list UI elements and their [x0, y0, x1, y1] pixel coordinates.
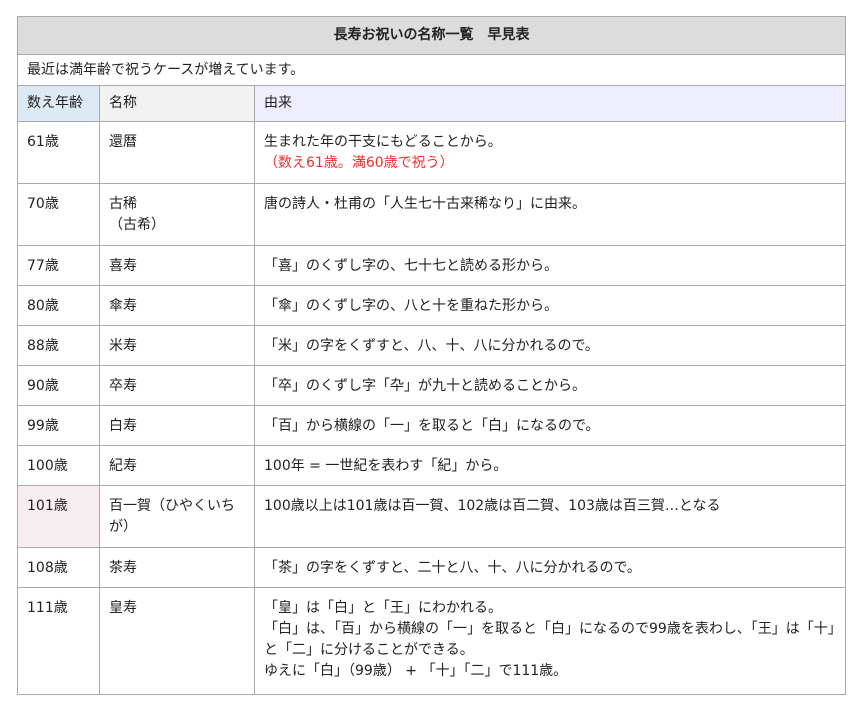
origin-cell: 「皇」は「白」と「王」にわかれる。 「白」は、「百」から横線の「一」を取ると「白…	[254, 587, 846, 695]
table-title-row: 長寿お祝いの名称一覧 早見表	[17, 16, 846, 55]
origin-red-note: （数え61歳。満60歳で祝う）	[264, 155, 454, 171]
name-cell: 皇寿	[99, 587, 255, 695]
origin-cell: 生まれた年の干支にもどることから。 （数え61歳。満60歳で祝う）	[254, 121, 846, 184]
name-cell: 傘寿	[99, 285, 255, 326]
header-origin: 由来	[254, 85, 846, 122]
age-cell: 101歳	[17, 485, 100, 548]
age-cell: 80歳	[17, 285, 100, 326]
table-row: 77歳 喜寿 「喜」のくずし字の、七十七と読める形から。	[17, 245, 846, 286]
table-row: 100歳 紀寿 100年 = 一世紀を表わす「紀」から。	[17, 445, 846, 486]
table-row: 90歳 卒寿 「卒」のくずし字「卆」が九十と読めることから。	[17, 365, 846, 406]
table-row: 70歳 古稀 （古希） 唐の詩人・杜甫の「人生七十古来稀なり」に由来。	[17, 183, 846, 246]
header-name: 名称	[99, 85, 255, 122]
age-cell: 77歳	[17, 245, 100, 286]
origin-cell: 「米」の字をくずすと、八、十、八に分かれるので。	[254, 325, 846, 366]
age-cell: 111歳	[17, 587, 100, 695]
table-row: 101歳 百一賀（ひやくいちが） 100歳以上は101歳は百一賀、102歳は百二…	[17, 485, 846, 548]
name-cell: 喜寿	[99, 245, 255, 286]
origin-cell: 「茶」の字をくずすと、二十と八、十、八に分かれるので。	[254, 547, 846, 588]
age-cell: 99歳	[17, 405, 100, 446]
table-row: 111歳 皇寿 「皇」は「白」と「王」にわかれる。 「白」は、「百」から横線の「…	[17, 587, 846, 695]
age-cell: 88歳	[17, 325, 100, 366]
name-cell: 米寿	[99, 325, 255, 366]
table-header-row: 数え年齢 名称 由来	[17, 85, 846, 122]
age-cell: 70歳	[17, 183, 100, 246]
age-cell: 90歳	[17, 365, 100, 406]
longevity-table-container: 長寿お祝いの名称一覧 早見表 最近は満年齢で祝うケースが増えています。 数え年齢…	[17, 16, 846, 695]
table-note: 最近は満年齢で祝うケースが増えています。	[17, 54, 846, 86]
age-cell: 108歳	[17, 547, 100, 588]
origin-line: 「皇」は「白」と「王」にわかれる。	[264, 600, 502, 616]
name-cell: 還暦	[99, 121, 255, 184]
table-row: 108歳 茶寿 「茶」の字をくずすと、二十と八、十、八に分かれるので。	[17, 547, 846, 588]
name-cell: 白寿	[99, 405, 255, 446]
name-cell: 卒寿	[99, 365, 255, 406]
origin-cell: 100年 = 一世紀を表わす「紀」から。	[254, 445, 846, 486]
age-cell: 61歳	[17, 121, 100, 184]
table-title: 長寿お祝いの名称一覧 早見表	[17, 16, 846, 55]
origin-cell: 唐の詩人・杜甫の「人生七十古来稀なり」に由来。	[254, 183, 846, 246]
name-cell: 茶寿	[99, 547, 255, 588]
origin-line: ゆえに「白」（99歳） + 「十」「二」で111歳。	[264, 663, 568, 679]
table-row: 61歳 還暦 生まれた年の干支にもどることから。 （数え61歳。満60歳で祝う）	[17, 121, 846, 184]
table-row: 88歳 米寿 「米」の字をくずすと、八、十、八に分かれるので。	[17, 325, 846, 366]
table-note-row: 最近は満年齢で祝うケースが増えています。	[17, 54, 846, 86]
origin-line: 「白」は、「百」から横線の「一」を取ると「白」になるので99歳を表わし、「王」は…	[264, 621, 835, 658]
age-cell: 100歳	[17, 445, 100, 486]
name-cell: 紀寿	[99, 445, 255, 486]
name-alt-text: （古希）	[109, 217, 165, 233]
origin-cell: 「喜」のくずし字の、七十七と読める形から。	[254, 245, 846, 286]
origin-text: 生まれた年の干支にもどることから。	[264, 134, 502, 150]
longevity-celebration-table: 長寿お祝いの名称一覧 早見表 最近は満年齢で祝うケースが増えています。 数え年齢…	[17, 16, 846, 695]
origin-cell: 100歳以上は101歳は百一賀、102歳は百二賀、103歳は百三賀…となる	[254, 485, 846, 548]
origin-cell: 「卒」のくずし字「卆」が九十と読めることから。	[254, 365, 846, 406]
origin-cell: 「傘」のくずし字の、八と十を重ねた形から。	[254, 285, 846, 326]
name-text: 古稀	[109, 196, 137, 212]
table-row: 80歳 傘寿 「傘」のくずし字の、八と十を重ねた形から。	[17, 285, 846, 326]
name-cell: 古稀 （古希）	[99, 183, 255, 246]
name-cell: 百一賀（ひやくいちが）	[99, 485, 255, 548]
table-row: 99歳 白寿 「百」から横線の「一」を取ると「白」になるので。	[17, 405, 846, 446]
origin-cell: 「百」から横線の「一」を取ると「白」になるので。	[254, 405, 846, 446]
header-age: 数え年齢	[17, 85, 100, 122]
